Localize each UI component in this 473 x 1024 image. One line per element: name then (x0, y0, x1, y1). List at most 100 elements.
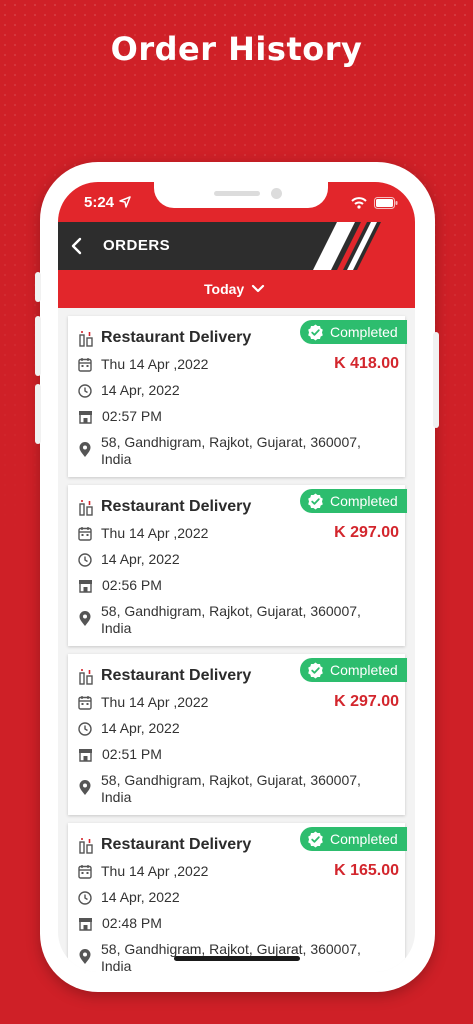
order-day: 14 Apr, 2022 (101, 720, 180, 736)
check-badge-icon (308, 324, 323, 340)
status-badge: Completed (300, 658, 407, 682)
phone-side-button-power (433, 332, 439, 428)
order-price: K 297.00 (334, 524, 399, 541)
wifi-icon (351, 197, 367, 209)
store-icon (79, 918, 92, 931)
day-row: 14 Apr, 2022 (78, 889, 180, 906)
phone-side-button-volume-up (35, 316, 41, 376)
hero-title: Order History (110, 30, 363, 68)
battery-icon (374, 197, 398, 209)
order-list: Completed Restaurant Delivery Thu 14 Apr… (58, 308, 415, 972)
calendar-icon (78, 696, 92, 710)
status-badge: Completed (300, 320, 407, 344)
calendar-icon (78, 358, 92, 372)
clock-icon (78, 553, 92, 567)
store-icon (79, 411, 92, 424)
order-time: 02:48 PM (102, 915, 162, 931)
order-address: 58, Gandhigram, Rajkot, Gujarat, 360007,… (101, 434, 361, 467)
status-label: Completed (330, 662, 398, 678)
order-time: 02:51 PM (102, 746, 162, 762)
check-badge-icon (308, 662, 323, 678)
back-arrow-icon[interactable] (70, 237, 82, 255)
phone-notch (154, 182, 328, 208)
location-pin-icon (79, 780, 91, 795)
service-name: Restaurant Delivery (101, 329, 252, 346)
location-pin-icon (79, 949, 91, 964)
order-day: 14 Apr, 2022 (101, 889, 180, 905)
order-address: 58, Gandhigram, Rajkot, Gujarat, 360007,… (101, 603, 361, 636)
status-time: 5:24 (84, 194, 115, 211)
order-card[interactable]: Completed Restaurant Delivery Thu 14 Apr… (68, 485, 407, 646)
clock-icon (78, 891, 92, 905)
location-pin-icon (79, 611, 91, 626)
status-label: Completed (330, 493, 398, 509)
location-arrow-icon (119, 196, 131, 208)
restaurant-icon (79, 500, 93, 516)
service-row: Restaurant Delivery (78, 836, 251, 854)
order-price: K 165.00 (334, 862, 399, 879)
order-date: Thu 14 Apr ,2022 (101, 356, 209, 372)
check-badge-icon (308, 831, 323, 847)
service-row: Restaurant Delivery (78, 329, 251, 347)
restaurant-icon (79, 838, 93, 854)
restaurant-icon (79, 331, 93, 347)
store-icon (79, 749, 92, 762)
order-card[interactable]: Completed Restaurant Delivery Thu 14 Apr… (68, 316, 407, 477)
phone-screen: 5:24 ORDERS Today Completed Restaurant D… (58, 182, 415, 972)
order-date: Thu 14 Apr ,2022 (101, 694, 209, 710)
phone-side-button-volume-down (35, 384, 41, 444)
address-row: 58, Gandhigram, Rajkot, Gujarat, 360007,… (78, 772, 388, 806)
location-pin-icon (79, 442, 91, 457)
date-row: Thu 14 Apr ,2022 (78, 525, 208, 542)
service-row: Restaurant Delivery (78, 498, 251, 516)
day-row: 14 Apr, 2022 (78, 382, 180, 399)
order-price: K 297.00 (334, 693, 399, 710)
address-row: 58, Gandhigram, Rajkot, Gujarat, 360007,… (78, 603, 388, 637)
order-day: 14 Apr, 2022 (101, 551, 180, 567)
phone-camera (271, 188, 282, 199)
order-card[interactable]: Completed Restaurant Delivery Thu 14 Apr… (68, 654, 407, 815)
check-badge-icon (308, 493, 323, 509)
app-bar: ORDERS (58, 222, 415, 270)
order-time: 02:57 PM (102, 408, 162, 424)
clock-icon (78, 722, 92, 736)
status-badge: Completed (300, 489, 407, 513)
date-filter-dropdown[interactable]: Today (58, 270, 415, 308)
service-row: Restaurant Delivery (78, 667, 251, 685)
status-label: Completed (330, 831, 398, 847)
order-date: Thu 14 Apr ,2022 (101, 525, 209, 541)
phone-side-button-silent (35, 272, 41, 302)
date-row: Thu 14 Apr ,2022 (78, 694, 208, 711)
home-indicator[interactable] (174, 956, 300, 961)
day-row: 14 Apr, 2022 (78, 551, 180, 568)
date-row: Thu 14 Apr ,2022 (78, 863, 208, 880)
order-date: Thu 14 Apr ,2022 (101, 863, 209, 879)
time-row: 02:57 PM (78, 408, 162, 425)
address-row: 58, Gandhigram, Rajkot, Gujarat, 360007,… (78, 434, 388, 468)
time-row: 02:51 PM (78, 746, 162, 763)
restaurant-icon (79, 669, 93, 685)
day-row: 14 Apr, 2022 (78, 720, 180, 737)
calendar-icon (78, 527, 92, 541)
order-day: 14 Apr, 2022 (101, 382, 180, 398)
chevron-down-icon (251, 284, 265, 293)
order-card[interactable]: Completed Restaurant Delivery Thu 14 Apr… (68, 823, 407, 972)
order-price: K 418.00 (334, 355, 399, 372)
calendar-icon (78, 865, 92, 879)
status-label: Completed (330, 324, 398, 340)
service-name: Restaurant Delivery (101, 836, 252, 853)
service-name: Restaurant Delivery (101, 498, 252, 515)
time-row: 02:48 PM (78, 915, 162, 932)
phone-speaker (214, 191, 260, 196)
order-time: 02:56 PM (102, 577, 162, 593)
page-title: ORDERS (103, 237, 171, 254)
store-icon (79, 580, 92, 593)
service-name: Restaurant Delivery (101, 667, 252, 684)
status-badge: Completed (300, 827, 407, 851)
filter-selected-label: Today (204, 281, 245, 297)
clock-icon (78, 384, 92, 398)
decorative-stripes (313, 222, 415, 270)
date-row: Thu 14 Apr ,2022 (78, 356, 208, 373)
time-row: 02:56 PM (78, 577, 162, 594)
order-address: 58, Gandhigram, Rajkot, Gujarat, 360007,… (101, 772, 361, 805)
